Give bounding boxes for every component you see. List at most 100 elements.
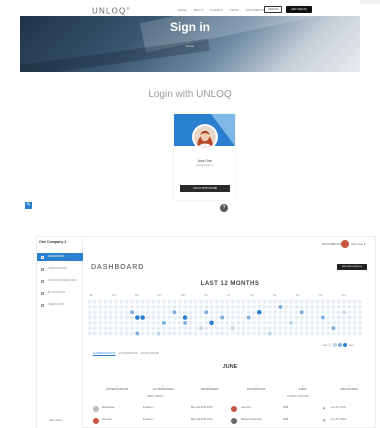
heatmap-cell [273,326,278,331]
heatmap-cell [119,326,124,331]
table-row[interactable]: Jane Doe Instance 1 May 14th 2016 06:53 … [93,417,375,426]
heatmap-cell [135,331,140,336]
stat-applications: 0 APPLICATIONS [340,385,358,391]
heatmap-cell [87,326,92,331]
stats-row: 0 AUTHENTICATIONS 0 AUTHORIZATIONS 0 NETWOR… [97,385,369,391]
breadcrumb[interactable]: Home [20,44,360,48]
heatmap-cell [230,331,235,336]
sidebar-item-applications[interactable]: APPLICATIONS [37,265,83,273]
chart-title: LAST 12 MONTHS [200,281,260,287]
heatmap-cell [214,320,219,325]
sidebar-help-link[interactable]: Help / Docs [49,419,62,422]
heatmap-cell [198,310,203,315]
tab-notifications[interactable]: NOTIFICATIONS [141,352,159,355]
heatmap-cell [331,320,336,325]
tab-authorization[interactable]: AUTHORIZATION [118,352,137,355]
users-icon [41,303,44,307]
heatmap-cell [331,299,336,304]
heatmap-cell [193,304,198,309]
table-row[interactable]: Mobiusnaes Instance 1 May 14th 2016 06:5… [93,405,375,414]
heatmap-cell [98,304,103,309]
heatmap-cell [204,326,209,331]
heatmap-cell [140,304,145,309]
heatmap-cell [299,331,304,336]
sidebar-item-dashboard[interactable]: DASHBOARD [37,253,83,261]
heatmap-cell [251,299,256,304]
company-name[interactable]: One Company 2 [39,240,66,244]
heatmap-cell [119,331,124,336]
heatmap-cell [87,320,92,325]
heatmap-cell [183,331,188,336]
heatmap-cell [108,310,113,315]
nav-link-about[interactable]: ABOUT [194,9,204,12]
heatmap-cell [299,320,304,325]
heatmap-cell [87,331,92,336]
heatmap-cell [220,310,225,315]
legend-more-label: more [348,343,354,347]
heatmap-cell [262,320,267,325]
heatmap-cell [257,304,262,309]
heatmap-cell [145,299,150,304]
help-icon[interactable]: ? [220,204,228,212]
heatmap-cell [310,326,315,331]
sidebar-item-custom-domain[interactable]: CUSTOM DOMAIN ADD [37,277,83,285]
heatmap-cell [278,320,283,325]
heatmap-cell [114,331,119,336]
unloq-logo[interactable]: UNLOQ® [92,6,131,16]
heatmap-cell [103,320,108,325]
heatmap-cell [352,315,357,320]
sidebar-item-account[interactable]: MY ACCOUNT [37,289,83,297]
heatmap-cell [87,315,92,320]
heatmap-cell [310,304,315,309]
avatar[interactable] [341,240,349,248]
heatmap-cell [188,326,193,331]
heatmap-cell [342,331,347,336]
heatmap-cell [145,326,150,331]
nav-link-home[interactable]: HOME [178,9,187,12]
stat-users: 0 USERS [298,385,307,391]
heatmap-cell [320,315,325,320]
avatar [231,406,237,412]
heatmap-cell [151,299,156,304]
heatmap-cell [140,315,145,320]
heatmap-cell [193,299,198,304]
heatmap-cell [98,326,103,331]
heatmap-cell [283,315,288,320]
heatmap-cell [342,304,347,309]
heatmap-cell [98,320,103,325]
heatmap-cell [336,304,341,309]
heatmap-cell [151,310,156,315]
avatar [93,418,99,424]
heatmap-cell [156,320,161,325]
heatmap-cell [331,315,336,320]
heatmap-cell [92,326,97,331]
heatmap-cell [304,304,309,309]
nav-link-price[interactable]: PRICE [230,9,239,12]
heatmap-cell [108,304,113,309]
sign-in-button[interactable]: SIGN IN [264,6,282,13]
heatmap-cell [156,331,161,336]
sidebar-item-users[interactable]: USERS INTIX [37,301,83,309]
login-with-phone-button[interactable]: LOG IN WITH PHONE [180,185,230,192]
heatmap-cell [119,304,124,309]
nav-link-clients[interactable]: CLIENTS [211,9,223,12]
user-menu[interactable]: Jane Doe ▾ [351,242,365,246]
heatmap-cell [209,326,214,331]
heatmap-month-label: May [181,294,186,297]
heatmap-cell [161,310,166,315]
heatmap-cell [236,310,241,315]
heatmap-cell [225,320,230,325]
add-application-button[interactable]: ADD APPLICATION [337,264,367,270]
activity-heatmap: Jan Feb Mar Apr May Jun Jul Aug Sep Oct Nov Dec [87,294,362,336]
heatmap-cell [140,326,145,331]
heatmap-cell [315,320,320,325]
heatmap-cell [326,320,331,325]
edit-icon[interactable]: ✎ [25,202,32,209]
dashboard-title: DASHBOARD [91,264,145,271]
tab-authentications[interactable]: AUTHENTICATIONS [93,352,115,355]
heatmap-cell [161,326,166,331]
get-unloq-button[interactable]: GET UNLOQ [286,6,312,13]
heatmap-cell [347,326,352,331]
heatmap-cell [140,320,145,325]
heatmap-cell [130,310,135,315]
